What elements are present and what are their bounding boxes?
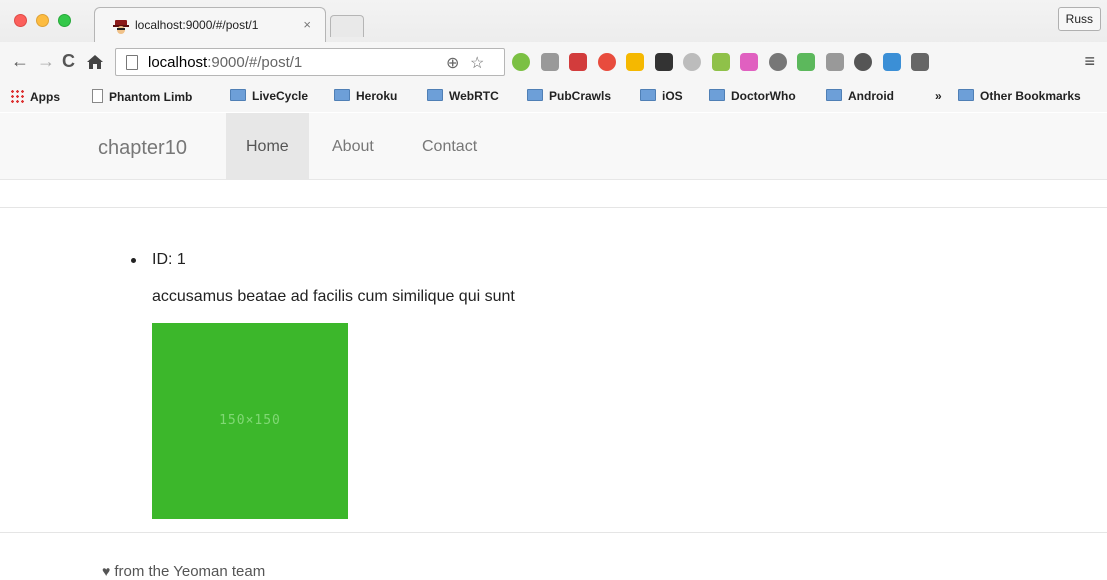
bookmarks-bar: Apps Phantom Limb LiveCycle Heroku WebRT… — [0, 82, 1107, 112]
home-icon[interactable] — [86, 53, 104, 71]
bookmark-android[interactable]: Android — [826, 89, 894, 103]
post-title: accusamus beatae ad facilis cum similiqu… — [152, 288, 515, 305]
folder-icon — [527, 89, 543, 101]
title-bar: localhost:9000/#/post/1 × Russ — [0, 0, 1107, 42]
new-tab-button[interactable] — [330, 15, 364, 37]
nav-contact-link[interactable]: Contact — [402, 113, 497, 180]
minimize-window-button[interactable] — [36, 14, 49, 27]
extension-icon[interactable] — [569, 53, 587, 71]
post-id: ID: 1 — [152, 251, 186, 268]
folder-icon — [826, 89, 842, 101]
folder-icon — [640, 89, 656, 101]
tab-title: localhost:9000/#/post/1 — [135, 18, 259, 32]
bookmark-star-icon[interactable]: ☆ — [470, 53, 484, 73]
extension-icon[interactable] — [740, 53, 758, 71]
reload-icon[interactable]: C — [62, 51, 75, 71]
extension-icon[interactable] — [626, 53, 644, 71]
folder-icon — [230, 89, 246, 101]
site-navbar: chapter10 Home About Contact — [0, 113, 1107, 180]
page-icon — [126, 55, 138, 70]
extension-icon[interactable] — [654, 53, 673, 71]
list-bullet — [131, 258, 136, 263]
folder-icon — [427, 89, 443, 101]
browser-chrome: localhost:9000/#/post/1 × Russ ← → C loc… — [0, 0, 1107, 112]
bookmark-ios[interactable]: iOS — [640, 89, 683, 103]
nav-about-link[interactable]: About — [312, 113, 394, 180]
footer-divider — [0, 532, 1107, 533]
zoom-icon[interactable]: ⊕ — [446, 53, 459, 73]
yeoman-favicon-icon — [113, 20, 129, 34]
bookmark-pubcrawls[interactable]: PubCrawls — [527, 89, 611, 103]
extension-icon[interactable] — [854, 53, 872, 71]
bookmark-livecycle[interactable]: LiveCycle — [230, 89, 308, 103]
bookmark-other-bookmarks[interactable]: Other Bookmarks — [958, 89, 1081, 103]
bookmark-phantom-limb[interactable]: Phantom Limb — [92, 89, 192, 104]
bookmarks-overflow-chevron[interactable]: » — [935, 89, 942, 103]
zoom-window-button[interactable] — [58, 14, 71, 27]
page-footer: ♥ from the Yeoman team — [102, 563, 265, 580]
menu-icon[interactable]: ≡ — [1084, 51, 1095, 72]
extension-icon[interactable] — [882, 53, 901, 71]
browser-toolbar: ← → C localhost:9000/#/post/1 ⊕ ☆ ≡ — [0, 42, 1107, 82]
folder-icon — [709, 89, 725, 101]
extension-icon[interactable] — [911, 53, 929, 71]
address-bar[interactable]: localhost:9000/#/post/1 ⊕ ☆ — [115, 48, 505, 76]
post-image: 150×150 — [152, 323, 348, 519]
bookmark-apps[interactable]: Apps — [10, 89, 60, 104]
navbar-brand[interactable]: chapter10 — [98, 137, 187, 160]
extension-icon[interactable] — [512, 53, 530, 71]
bookmark-heroku[interactable]: Heroku — [334, 89, 397, 103]
folder-icon — [334, 89, 350, 101]
url-text: localhost:9000/#/post/1 — [148, 54, 302, 71]
page-icon — [92, 89, 103, 103]
footer-text: from the Yeoman team — [114, 563, 266, 580]
bookmark-webrtc[interactable]: WebRTC — [427, 89, 499, 103]
tab-close-icon[interactable]: × — [303, 17, 311, 32]
apps-icon — [10, 89, 24, 103]
browser-tab[interactable]: localhost:9000/#/post/1 × — [94, 7, 326, 42]
heart-icon: ♥ — [102, 563, 111, 579]
back-icon[interactable]: ← — [11, 51, 29, 71]
extension-icon[interactable] — [540, 53, 559, 71]
url-path: :9000/#/post/1 — [207, 54, 303, 71]
header-divider — [0, 207, 1107, 208]
extension-icon[interactable] — [825, 53, 844, 71]
folder-icon — [958, 89, 974, 101]
forward-icon[interactable]: → — [37, 51, 55, 71]
extension-icon[interactable] — [597, 53, 616, 71]
image-placeholder-label: 150×150 — [219, 413, 281, 428]
extension-icon[interactable] — [711, 53, 730, 71]
profile-button[interactable]: Russ — [1057, 7, 1101, 31]
extension-icon[interactable] — [797, 53, 815, 71]
close-window-button[interactable] — [14, 14, 27, 27]
url-host: localhost — [148, 54, 208, 71]
extension-icon[interactable] — [683, 53, 701, 71]
bookmark-doctorwho[interactable]: DoctorWho — [709, 89, 796, 103]
extension-icon[interactable] — [768, 53, 787, 71]
nav-home-link[interactable]: Home — [226, 113, 309, 180]
